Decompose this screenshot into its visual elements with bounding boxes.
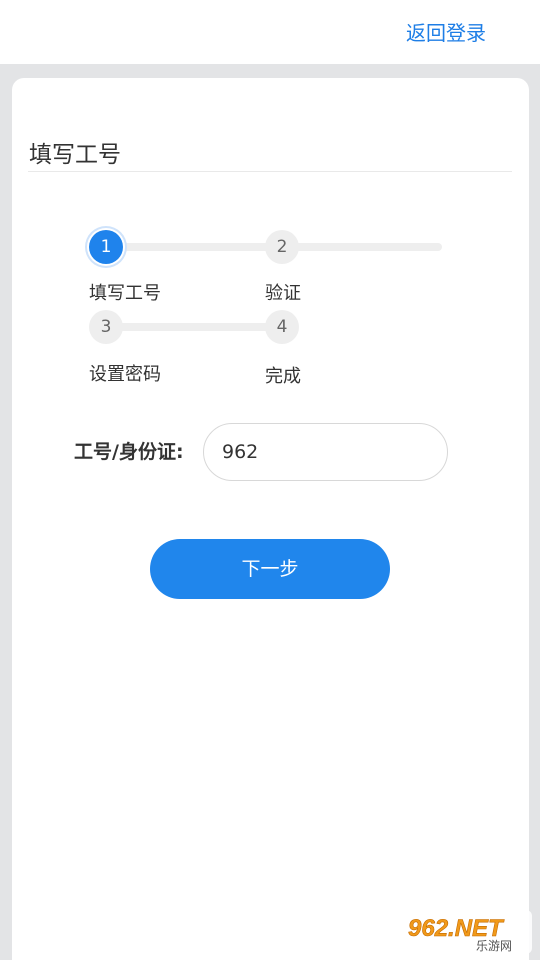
step-4-label: 完成	[265, 366, 301, 387]
step-2-circle: 2	[265, 230, 299, 264]
main-card: 填写工号 1 2 填写工号 验证 3 4 设置密码 完成 工号/身份证: 下一步	[12, 78, 529, 960]
id-number-input[interactable]	[203, 423, 448, 481]
step-3-label: 设置密码	[89, 364, 161, 385]
step-2-label: 验证	[265, 283, 301, 304]
title-divider	[28, 171, 512, 172]
next-step-button[interactable]: 下一步	[150, 539, 390, 599]
step-1-circle: 1	[89, 230, 123, 264]
back-to-login-link[interactable]: 返回登录	[406, 18, 486, 48]
step-1-label: 填写工号	[89, 283, 161, 304]
page-title: 填写工号	[29, 142, 121, 168]
step-4-circle: 4	[265, 310, 299, 344]
step-3-circle: 3	[89, 310, 123, 344]
top-bar: 返回登录	[0, 0, 540, 64]
step-track-3-4	[102, 323, 282, 331]
id-field-label: 工号/身份证:	[74, 441, 184, 463]
